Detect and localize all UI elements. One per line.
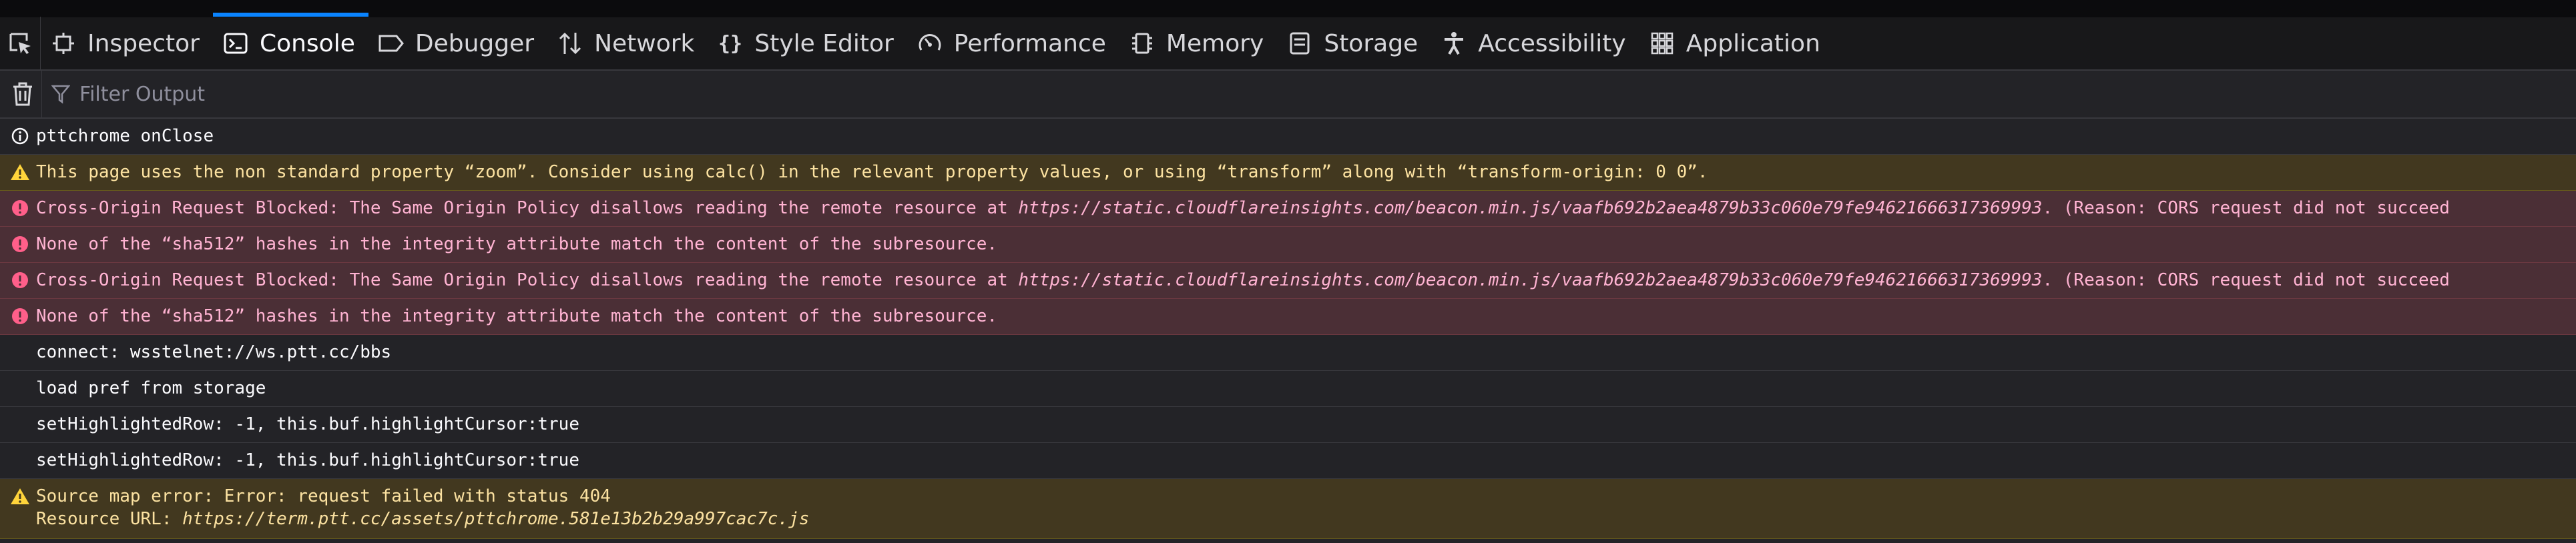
style-editor-icon: {} bbox=[716, 29, 745, 58]
message-prefix: Cross-Origin Request Blocked: The Same O… bbox=[36, 198, 1019, 218]
message-prefix: Cross-Origin Request Blocked: The Same O… bbox=[36, 270, 1019, 290]
debugger-icon bbox=[376, 29, 406, 58]
tab-label: Memory bbox=[1166, 29, 1264, 57]
resource-url-label: Resource URL: bbox=[36, 509, 183, 529]
svg-text:{}: {} bbox=[718, 32, 742, 55]
console-message-log[interactable]: setHighlightedRow: -1, this.buf.highligh… bbox=[0, 443, 2576, 479]
tab-network[interactable]: Network bbox=[547, 17, 708, 70]
tab-inspector[interactable]: Inspector bbox=[41, 17, 213, 70]
console-message-error[interactable]: None of the “sha512” hashes in the integ… bbox=[0, 227, 2576, 263]
console-message-error[interactable]: Cross-Origin Request Blocked: The Same O… bbox=[0, 263, 2576, 299]
message-text: pttchrome onClose bbox=[36, 126, 214, 146]
tab-label: Application bbox=[1686, 29, 1820, 57]
inspector-icon bbox=[49, 29, 78, 58]
message-suffix: . (Reason: CORS request did not succeed bbox=[2042, 198, 2450, 218]
element-picker-button[interactable] bbox=[0, 17, 41, 70]
source-map-error-line: Source map error: Error: request failed … bbox=[36, 486, 611, 506]
message-text: load pref from storage bbox=[36, 378, 266, 398]
message-text: None of the “sha512” hashes in the integ… bbox=[36, 234, 998, 254]
console-message[interactable]: pttchrome onClose bbox=[0, 119, 2576, 155]
message-text: setHighlightedRow: -1, this.buf.highligh… bbox=[36, 450, 579, 470]
message-text: Cross-Origin Request Blocked: The Same O… bbox=[36, 197, 2450, 219]
application-icon bbox=[1647, 29, 1677, 58]
console-message-error[interactable]: Cross-Origin Request Blocked: The Same O… bbox=[0, 191, 2576, 227]
console-message-error[interactable]: None of the “sha512” hashes in the integ… bbox=[0, 299, 2576, 335]
tab-console[interactable]: Console bbox=[212, 13, 368, 70]
tab-label: Console bbox=[259, 29, 355, 57]
console-message-log[interactable]: load pref from storage bbox=[0, 371, 2576, 407]
tab-label: Inspector bbox=[87, 29, 200, 57]
tab-performance[interactable]: Performance bbox=[907, 17, 1119, 70]
resource-url-line: Resource URL: https://term.ptt.cc/assets… bbox=[36, 508, 809, 530]
tab-label: Debugger bbox=[415, 29, 535, 57]
log-spacer bbox=[7, 449, 33, 472]
console-message-log[interactable]: connect: wsstelnet://ws.ptt.cc/bbs bbox=[0, 335, 2576, 371]
tab-memory[interactable]: Memory bbox=[1119, 17, 1277, 70]
tab-label: Network bbox=[594, 29, 695, 57]
error-icon bbox=[7, 305, 33, 328]
tab-accessibility[interactable]: Accessibility bbox=[1431, 17, 1639, 70]
warning-icon bbox=[7, 161, 33, 183]
resource-link[interactable]: https://term.ptt.cc/assets/pttchrome.581… bbox=[182, 509, 809, 529]
error-icon bbox=[7, 197, 33, 219]
resource-link[interactable]: https://static.cloudflareinsights.com/be… bbox=[1018, 270, 2042, 290]
message-text: This page uses the non standard property… bbox=[36, 162, 1708, 182]
memory-icon bbox=[1127, 29, 1157, 58]
filter-icon bbox=[51, 85, 70, 104]
error-icon bbox=[7, 233, 33, 255]
trash-icon bbox=[13, 82, 32, 106]
message-text: connect: wsstelnet://ws.ptt.cc/bbs bbox=[36, 342, 392, 362]
message-suffix: . (Reason: CORS request did not succeed bbox=[2042, 270, 2450, 290]
filter-input[interactable] bbox=[78, 81, 481, 107]
message-text: Cross-Origin Request Blocked: The Same O… bbox=[36, 269, 2450, 292]
devtools-toolbar: Inspector Console Debugger Network {} St… bbox=[0, 13, 2576, 71]
tab-label: Performance bbox=[953, 29, 1106, 57]
filter-output-field[interactable] bbox=[51, 70, 481, 118]
tab-label: Accessibility bbox=[1478, 29, 1626, 57]
performance-icon bbox=[915, 29, 945, 58]
tab-label: Style Editor bbox=[754, 29, 894, 57]
info-icon bbox=[7, 125, 33, 147]
console-message-warning[interactable]: Source map error: Error: request failed … bbox=[0, 479, 2576, 539]
tab-style-editor[interactable]: {} Style Editor bbox=[708, 17, 907, 70]
console-output: pttchrome onClose This page uses the non… bbox=[0, 119, 2576, 539]
clear-console-button[interactable] bbox=[4, 70, 42, 118]
tab-storage[interactable]: Storage bbox=[1277, 17, 1431, 70]
network-icon bbox=[555, 29, 585, 58]
resource-link[interactable]: https://static.cloudflareinsights.com/be… bbox=[1018, 198, 2042, 218]
log-spacer bbox=[7, 341, 33, 364]
console-filter-bar bbox=[0, 70, 2576, 119]
message-text: Source map error: Error: request failed … bbox=[36, 485, 809, 530]
error-icon bbox=[7, 269, 33, 292]
tab-label: Storage bbox=[1324, 29, 1419, 57]
element-picker-icon bbox=[9, 33, 31, 54]
message-text: None of the “sha512” hashes in the integ… bbox=[36, 306, 998, 326]
console-message-log[interactable]: setHighlightedRow: -1, this.buf.highligh… bbox=[0, 407, 2576, 443]
accessibility-icon bbox=[1439, 29, 1469, 58]
log-spacer bbox=[7, 377, 33, 400]
console-message-warning[interactable]: This page uses the non standard property… bbox=[0, 155, 2576, 191]
console-icon bbox=[221, 29, 250, 58]
storage-icon bbox=[1285, 29, 1314, 58]
warning-icon bbox=[7, 485, 33, 508]
tab-application[interactable]: Application bbox=[1639, 17, 1834, 70]
window-top-strip bbox=[0, 0, 2576, 17]
tab-debugger[interactable]: Debugger bbox=[368, 17, 547, 70]
message-text: setHighlightedRow: -1, this.buf.highligh… bbox=[36, 414, 579, 434]
log-spacer bbox=[7, 413, 33, 436]
